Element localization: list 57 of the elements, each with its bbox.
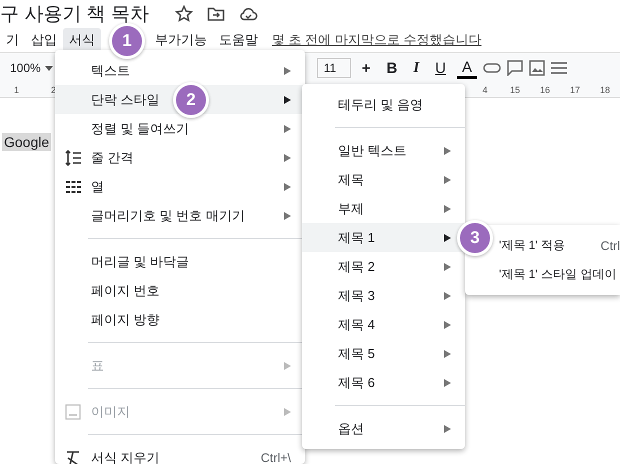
link-icon[interactable] [483, 63, 502, 73]
bold-button[interactable]: B [381, 58, 402, 78]
menu-item[interactable]: 부가기능 [149, 28, 213, 52]
step-badge: 2 [173, 82, 209, 118]
menu-item[interactable]: 서식 [63, 28, 101, 52]
font-size-field[interactable]: 11 [316, 58, 351, 78]
last-edit-link[interactable]: 몇 초 전에 마지막으로 수정했습니다 [272, 30, 482, 48]
menu-item[interactable]: 제목 3 [302, 281, 465, 310]
clear-format-icon [65, 450, 81, 464]
menu-item[interactable]: 머리글 및 바닥글 [55, 247, 305, 276]
menu-item[interactable]: 페이지 방향 [55, 305, 305, 334]
shortcut-text: Ctrl [600, 238, 620, 252]
menu-item: 표 [55, 351, 305, 380]
menu-item[interactable]: 제목 4 [302, 310, 465, 339]
menu-item[interactable]: 테두리 및 음영 [302, 90, 465, 119]
menu-item[interactable]: 삽입 [25, 28, 63, 52]
cloud-icon[interactable] [238, 6, 258, 20]
shortcut-text: Ctrl+\ [260, 450, 291, 464]
menu-item[interactable]: 텍스트 [55, 56, 305, 85]
line-spacing-icon [65, 150, 81, 166]
menu-item[interactable]: 도움말 [213, 28, 264, 52]
menu-item[interactable]: 제목 1 [302, 223, 465, 252]
menu-item[interactable]: 제목 6 [302, 368, 465, 397]
menu-item[interactable]: 서식 지우기 Ctrl+\ [55, 443, 305, 464]
ruler-number: 1 [14, 85, 20, 95]
image-icon [65, 404, 81, 420]
menu-item[interactable]: 제목 [302, 165, 465, 194]
menu-item[interactable]: 제목 5 [302, 339, 465, 368]
star-icon[interactable] [174, 4, 193, 22]
menu-item: 이미지 [55, 397, 305, 426]
ruler-number: 16 [538, 85, 551, 95]
menu-item[interactable]: 글머리기호 및 번호 매기기 [55, 201, 305, 230]
increase-font-button[interactable]: + [356, 58, 376, 78]
caret-icon [44, 66, 53, 70]
ruler-number: 18 [598, 85, 611, 95]
columns-icon [65, 179, 81, 195]
menu-item[interactable]: 옵션 [302, 414, 465, 443]
ruler-number: 4 [481, 85, 488, 95]
menu-item[interactable]: '제목 1' 스타일 업데이 [493, 260, 620, 289]
menu-item[interactable]: 페이지 번호 [55, 276, 305, 305]
underline-button[interactable]: U [430, 58, 451, 78]
menu-item[interactable]: 기 [0, 28, 25, 52]
document-text: Google [2, 133, 52, 151]
text-color-button[interactable]: A [457, 57, 478, 79]
ruler-number: 15 [508, 85, 521, 95]
menu-item[interactable]: 부제 [302, 194, 465, 223]
zoom-dropdown[interactable]: 100% [8, 59, 55, 77]
ruler-number: 17 [568, 85, 581, 95]
comment-icon[interactable] [507, 60, 524, 76]
menu-item[interactable]: 줄 간격 [55, 143, 305, 172]
menu-item[interactable]: 열 [55, 172, 305, 201]
image-icon[interactable] [529, 60, 546, 76]
menu-item[interactable]: 일반 텍스트 [302, 136, 465, 165]
folder-icon[interactable] [206, 6, 225, 22]
align-icon[interactable] [551, 62, 568, 74]
italic-button[interactable]: I [408, 58, 424, 78]
menu-item[interactable]: '제목 1' 적용 Ctrl [493, 231, 620, 260]
